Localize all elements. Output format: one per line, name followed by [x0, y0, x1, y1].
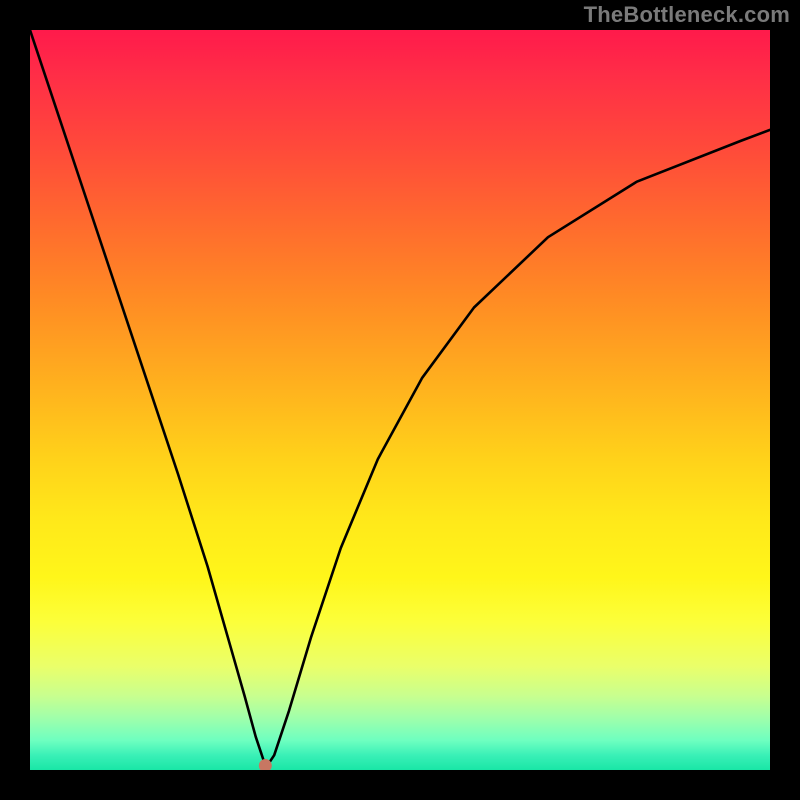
watermark-text: TheBottleneck.com: [584, 2, 790, 28]
plot-area: [30, 30, 770, 770]
curve-layer: [30, 30, 770, 770]
chart-frame: TheBottleneck.com: [0, 0, 800, 800]
bottleneck-curve: [30, 30, 770, 766]
minimum-marker: [259, 760, 271, 770]
